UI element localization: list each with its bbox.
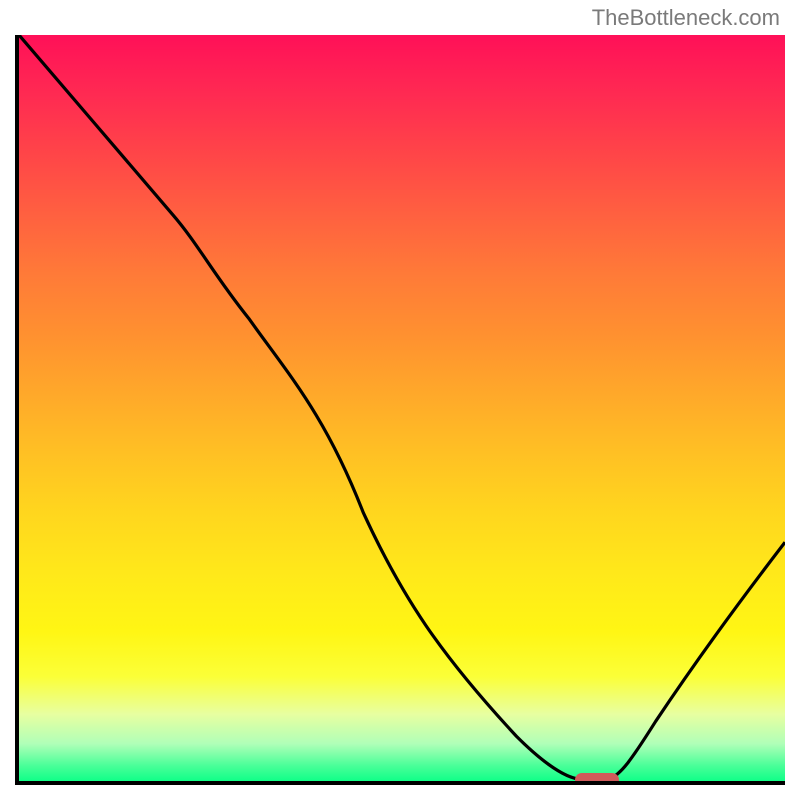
bottleneck-curve-path bbox=[19, 35, 785, 779]
optimal-marker bbox=[575, 773, 619, 785]
bottleneck-chart bbox=[10, 10, 790, 790]
plot-area bbox=[15, 35, 785, 785]
curve-svg bbox=[19, 35, 785, 781]
